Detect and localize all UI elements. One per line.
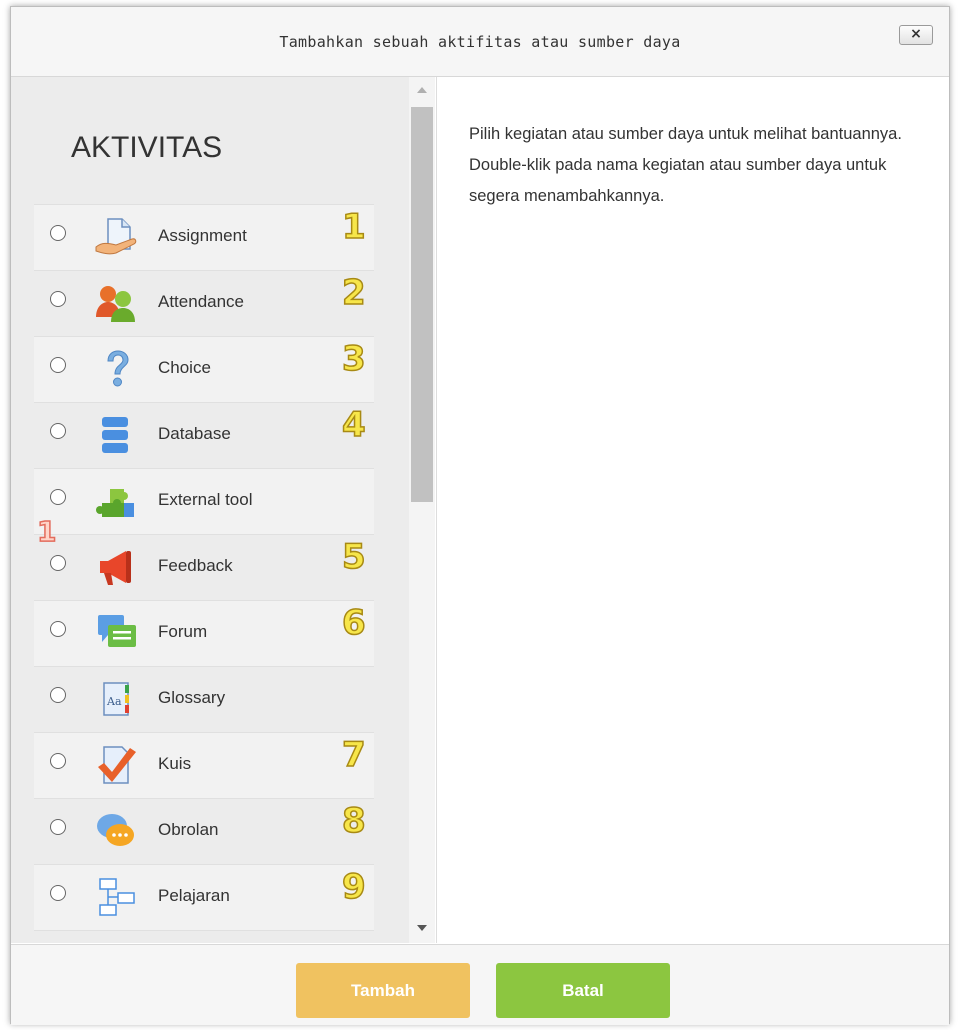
activity-item-database[interactable]: Database 4 (34, 403, 374, 469)
activity-item-lesson[interactable]: Pelajaran 9 (34, 865, 374, 931)
database-icon (94, 415, 140, 455)
scroll-up-arrow-icon[interactable] (417, 87, 427, 93)
close-button[interactable]: × (899, 25, 933, 45)
activity-number: 4 (341, 404, 366, 446)
activity-item-choice[interactable]: Choice 3 (34, 337, 374, 403)
activity-item-glossary[interactable]: Aa Glossary (34, 667, 374, 733)
quiz-icon (94, 745, 140, 785)
activity-item-assignment[interactable]: Assignment 1 (34, 205, 374, 271)
activity-item-package[interactable] (34, 931, 374, 943)
activity-radio[interactable] (50, 357, 66, 373)
activity-number: 3 (341, 338, 366, 380)
activity-item-forum[interactable]: Forum 6 (34, 601, 374, 667)
activity-radio[interactable] (50, 225, 66, 241)
cancel-button[interactable]: Batal (496, 963, 670, 1018)
activity-item-chat[interactable]: Obrolan 8 (34, 799, 374, 865)
dialog-header: Tambahkan sebuah aktifitas atau sumber d… (11, 7, 949, 77)
activity-radio[interactable] (50, 555, 66, 571)
activity-radio[interactable] (50, 291, 66, 307)
activity-label: External tool (158, 490, 253, 509)
activity-number: 6 (341, 602, 366, 644)
activity-item-quiz[interactable]: Kuis 7 (34, 733, 374, 799)
activity-number: 7 (341, 734, 366, 776)
activity-chooser-panel: AKTIVITAS Assignment 1 Attendance 2 Choi… (11, 77, 435, 943)
annotation-marker: 1 (36, 514, 57, 549)
feedback-icon (94, 547, 140, 587)
activity-radio[interactable] (50, 687, 66, 703)
activity-label: Database (158, 424, 231, 443)
help-text: Pilih kegiatan atau sumber daya untuk me… (469, 125, 902, 205)
activity-radio[interactable] (50, 423, 66, 439)
activity-label: Attendance (158, 292, 245, 311)
activity-label: Feedback (158, 556, 233, 575)
activity-item-external-tool[interactable]: External tool (34, 469, 374, 535)
lesson-icon (94, 877, 140, 917)
activity-radio[interactable] (50, 819, 66, 835)
dialog-title: Tambahkan sebuah aktifitas atau sumber d… (279, 33, 681, 51)
glossary-icon: Aa (94, 679, 140, 719)
activity-number: 8 (341, 800, 366, 842)
activity-item-attendance[interactable]: Attendance 2 (34, 271, 374, 337)
activity-label: Forum (158, 622, 208, 641)
activity-label: Choice (158, 358, 211, 377)
activity-list: Assignment 1 Attendance 2 Choice 3 Datab… (34, 204, 374, 943)
assignment-icon (94, 217, 140, 257)
activity-item-feedback[interactable]: Feedback 5 (34, 535, 374, 601)
activity-radio[interactable] (50, 753, 66, 769)
activity-number: 2 (341, 272, 366, 314)
attendance-icon (94, 283, 140, 323)
choice-icon (94, 349, 140, 389)
activity-radio[interactable] (50, 885, 66, 901)
activity-label: Glossary (158, 688, 226, 707)
chat-icon (94, 811, 140, 851)
add-button[interactable]: Tambah (296, 963, 470, 1018)
activity-radio[interactable] (50, 621, 66, 637)
list-scrollbar[interactable] (409, 77, 435, 943)
dialog-footer: Tambah Batal (11, 944, 949, 1025)
activity-label: Kuis (158, 754, 192, 773)
activity-label: Pelajaran (158, 886, 230, 905)
section-heading: AKTIVITAS (71, 131, 223, 164)
activity-radio[interactable] (50, 489, 66, 505)
activity-number: 1 (341, 206, 366, 248)
add-activity-dialog: Tambahkan sebuah aktifitas atau sumber d… (10, 6, 950, 1025)
help-panel: Pilih kegiatan atau sumber daya untuk me… (436, 77, 948, 943)
forum-icon (94, 613, 140, 653)
scrollbar-thumb[interactable] (411, 107, 433, 502)
activity-label: Obrolan (158, 820, 219, 839)
external-tool-icon (94, 481, 140, 521)
activity-number: 9 (341, 866, 366, 908)
svg-text:Aa: Aa (106, 695, 122, 708)
activity-number: 5 (341, 536, 366, 578)
scroll-down-arrow-icon[interactable] (417, 925, 427, 931)
activity-label: Assignment (158, 226, 247, 245)
